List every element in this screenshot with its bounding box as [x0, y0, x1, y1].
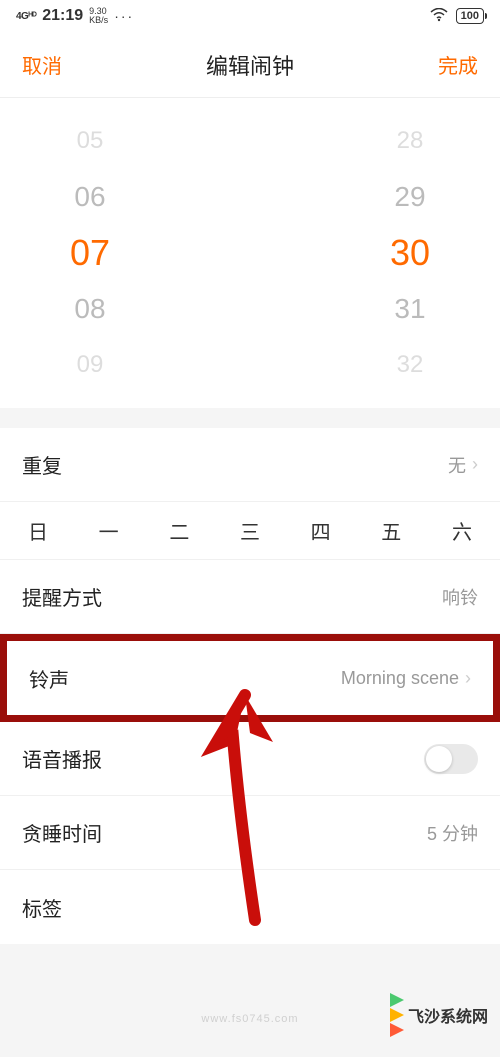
settings-panel: 重复 无 › 日 一 二 三 四 五 六 提醒方式 响铃 铃声 Morning s… — [0, 428, 500, 944]
time-picker[interactable]: 05 28 06 29 07 30 08 31 09 32 — [0, 98, 500, 408]
watermark-logo: 飞沙系统网 — [390, 993, 488, 1037]
hour-option[interactable]: 08 — [50, 293, 130, 325]
day-sat[interactable]: 六 — [446, 516, 478, 545]
day-tue[interactable]: 二 — [163, 516, 195, 545]
cancel-button[interactable]: 取消 — [22, 50, 62, 79]
chevron-right-icon: › — [472, 454, 478, 475]
battery-indicator: 100 — [456, 8, 484, 24]
data-rate: 9.30KB/s — [89, 7, 108, 25]
reminder-row[interactable]: 提醒方式 响铃 — [0, 560, 500, 634]
repeat-value: 无 — [448, 452, 466, 478]
voice-toggle[interactable] — [424, 744, 478, 774]
day-mon[interactable]: 一 — [93, 516, 125, 545]
snooze-value: 5 分钟 — [427, 820, 478, 846]
snooze-row[interactable]: 贪睡时间 5 分钟 — [0, 796, 500, 870]
tag-label: 标签 — [22, 893, 62, 922]
ringtone-row[interactable]: 铃声 Morning scene › — [7, 641, 493, 715]
minute-option[interactable]: 32 — [370, 351, 450, 379]
annotation-highlight: 铃声 Morning scene › — [0, 634, 500, 722]
page-title: 编辑闹钟 — [206, 49, 294, 81]
minute-option[interactable]: 28 — [370, 127, 450, 155]
status-bar: 4Gᴴᴰ 21:19 9.30KB/s ··· 100 — [0, 0, 500, 32]
minute-option[interactable]: 31 — [370, 293, 450, 325]
reminder-label: 提醒方式 — [22, 582, 102, 611]
ringtone-label: 铃声 — [29, 664, 69, 693]
voice-row[interactable]: 语音播报 — [0, 722, 500, 796]
repeat-label: 重复 — [22, 450, 62, 479]
ringtone-value: Morning scene — [341, 668, 459, 689]
wifi-icon — [430, 8, 448, 25]
status-time: 21:19 — [42, 7, 83, 25]
done-button[interactable]: 完成 — [438, 50, 478, 79]
watermark-site: 飞沙系统网 — [408, 1003, 488, 1027]
watermark-url: www.fs0745.com — [201, 1013, 298, 1025]
day-fri[interactable]: 五 — [375, 516, 407, 545]
snooze-label: 贪睡时间 — [22, 818, 102, 847]
days-row: 日 一 二 三 四 五 六 — [0, 502, 500, 560]
hour-selected[interactable]: 07 — [50, 232, 130, 274]
hour-option[interactable]: 09 — [50, 351, 130, 379]
nav-bar: 取消 编辑闹钟 完成 — [0, 32, 500, 98]
tag-row[interactable]: 标签 — [0, 870, 500, 944]
chevron-right-icon: › — [465, 668, 471, 689]
logo-icon — [390, 993, 404, 1037]
reminder-value: 响铃 — [442, 584, 478, 610]
minute-option[interactable]: 29 — [370, 181, 450, 213]
hour-option[interactable]: 06 — [50, 181, 130, 213]
hour-option[interactable]: 05 — [50, 127, 130, 155]
minute-selected[interactable]: 30 — [370, 232, 450, 274]
network-indicator: 4Gᴴᴰ — [16, 11, 36, 22]
more-icon: ··· — [114, 8, 134, 24]
repeat-row[interactable]: 重复 无 › — [0, 428, 500, 502]
day-wed[interactable]: 三 — [234, 516, 266, 545]
day-thu[interactable]: 四 — [305, 516, 337, 545]
voice-label: 语音播报 — [22, 744, 102, 773]
day-sun[interactable]: 日 — [22, 516, 54, 545]
